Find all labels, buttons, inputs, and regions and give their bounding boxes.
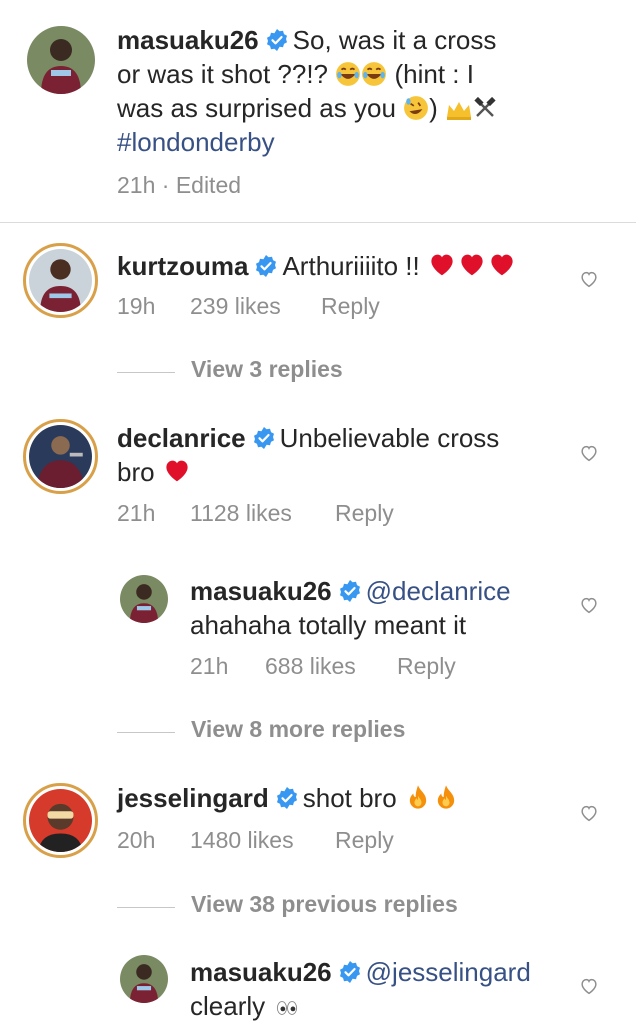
comment-username[interactable]: declanrice — [117, 423, 246, 453]
reply-text: masuaku26 @declanrice ahahaha totally mea… — [190, 574, 570, 642]
caption-username[interactable]: masuaku26 — [117, 25, 259, 55]
divider — [0, 222, 636, 223]
reply-username[interactable]: masuaku26 — [190, 957, 332, 987]
divider — [117, 732, 175, 734]
view-replies[interactable]: View 38 previous replies — [117, 891, 458, 918]
mention-link[interactable]: @declanrice — [366, 576, 511, 606]
verified-icon — [252, 426, 275, 450]
caption-line1: So, was it a cross — [292, 25, 497, 55]
divider — [117, 372, 175, 374]
comment-text: jesselingard shot bro — [117, 781, 460, 815]
caption-line2b: (hint : I — [394, 59, 474, 89]
laughing-emoji-icon — [335, 61, 362, 87]
caption-text: masuaku26 So, was it a cross or was it sh… — [117, 23, 617, 159]
comment-time: 19h — [117, 293, 156, 319]
avatar[interactable] — [23, 419, 98, 494]
like-heart-icon[interactable] — [578, 442, 600, 464]
caption-time: 21h — [117, 172, 156, 198]
comment-body: Unbelievable cross — [279, 423, 500, 453]
view-replies-label: View 3 replies — [191, 356, 343, 382]
red-heart-icon — [461, 254, 483, 276]
reply-button[interactable]: Reply — [397, 652, 456, 680]
comment-username[interactable]: kurtzouma — [117, 251, 248, 281]
laughing-emoji-icon — [361, 61, 388, 87]
comment-body: shot bro — [302, 783, 397, 813]
reply-button[interactable]: Reply — [335, 826, 394, 854]
comment-username[interactable]: jesselingard — [117, 783, 269, 813]
comment-likes[interactable]: 1128 likes — [190, 499, 292, 527]
reply-button[interactable]: Reply — [321, 292, 380, 320]
comment-body: Arthuriiiito !! — [282, 251, 420, 281]
caption-line3b: ) — [429, 93, 438, 123]
verified-icon — [275, 786, 298, 810]
eyes-emoji-icon — [277, 1001, 298, 1015]
hammers-emoji-icon — [474, 97, 496, 117]
like-heart-icon[interactable] — [578, 268, 600, 290]
crown-emoji-icon — [447, 102, 472, 120]
reply-button[interactable]: Reply — [335, 499, 394, 527]
red-heart-icon — [491, 254, 513, 276]
like-heart-icon[interactable] — [578, 802, 600, 824]
caption-line2: or was it shot ??!? — [117, 59, 328, 89]
comment-likes[interactable]: 239 likes — [190, 292, 281, 320]
reply-likes[interactable]: 688 likes — [265, 652, 356, 680]
divider — [117, 907, 175, 909]
comment-body-cont: bro — [117, 457, 155, 487]
fire-emoji-icon — [409, 785, 427, 809]
avatar[interactable] — [23, 243, 98, 318]
reply-body: clearly — [190, 991, 266, 1021]
view-replies-label: View 38 previous replies — [191, 891, 458, 917]
caption-line3: was as surprised as you — [117, 93, 396, 123]
comment-text: kurtzouma Arthuriiiito !! — [117, 249, 517, 283]
comment-time: 21h — [117, 500, 156, 526]
red-heart-icon — [166, 460, 188, 482]
mention-link[interactable]: @jesselingard — [366, 957, 531, 987]
like-heart-icon[interactable] — [578, 594, 600, 616]
avatar[interactable] — [23, 783, 98, 858]
reply-time: 21h — [190, 653, 229, 679]
comment-time: 20h — [117, 827, 156, 853]
view-replies[interactable]: View 3 replies — [117, 356, 343, 383]
caption-meta: 21h · Edited — [117, 171, 241, 199]
view-replies[interactable]: View 8 more replies — [117, 716, 405, 743]
view-replies-label: View 8 more replies — [191, 716, 406, 742]
verified-icon — [338, 960, 361, 984]
avatar[interactable] — [120, 575, 168, 623]
comment-text: declanrice Unbelievable cross bro — [117, 421, 577, 489]
reply-text: masuaku26 @jesselingard clearly — [190, 955, 570, 1023]
comment-meta: 19h — [117, 292, 155, 320]
verified-icon — [338, 579, 361, 603]
red-heart-icon — [431, 254, 453, 276]
verified-icon — [265, 28, 288, 52]
reply-body: ahahaha totally meant it — [190, 610, 467, 640]
avatar[interactable] — [120, 955, 168, 1003]
comment-likes[interactable]: 1480 likes — [190, 826, 294, 854]
hashtag-link[interactable]: #londonderby — [117, 125, 617, 159]
avatar[interactable] — [27, 26, 95, 94]
rofl-emoji-icon — [403, 95, 429, 121]
verified-icon — [255, 254, 278, 278]
reply-username[interactable]: masuaku26 — [190, 576, 332, 606]
fire-emoji-icon — [437, 785, 455, 809]
like-heart-icon[interactable] — [578, 975, 600, 997]
caption-edited: · Edited — [161, 172, 242, 198]
